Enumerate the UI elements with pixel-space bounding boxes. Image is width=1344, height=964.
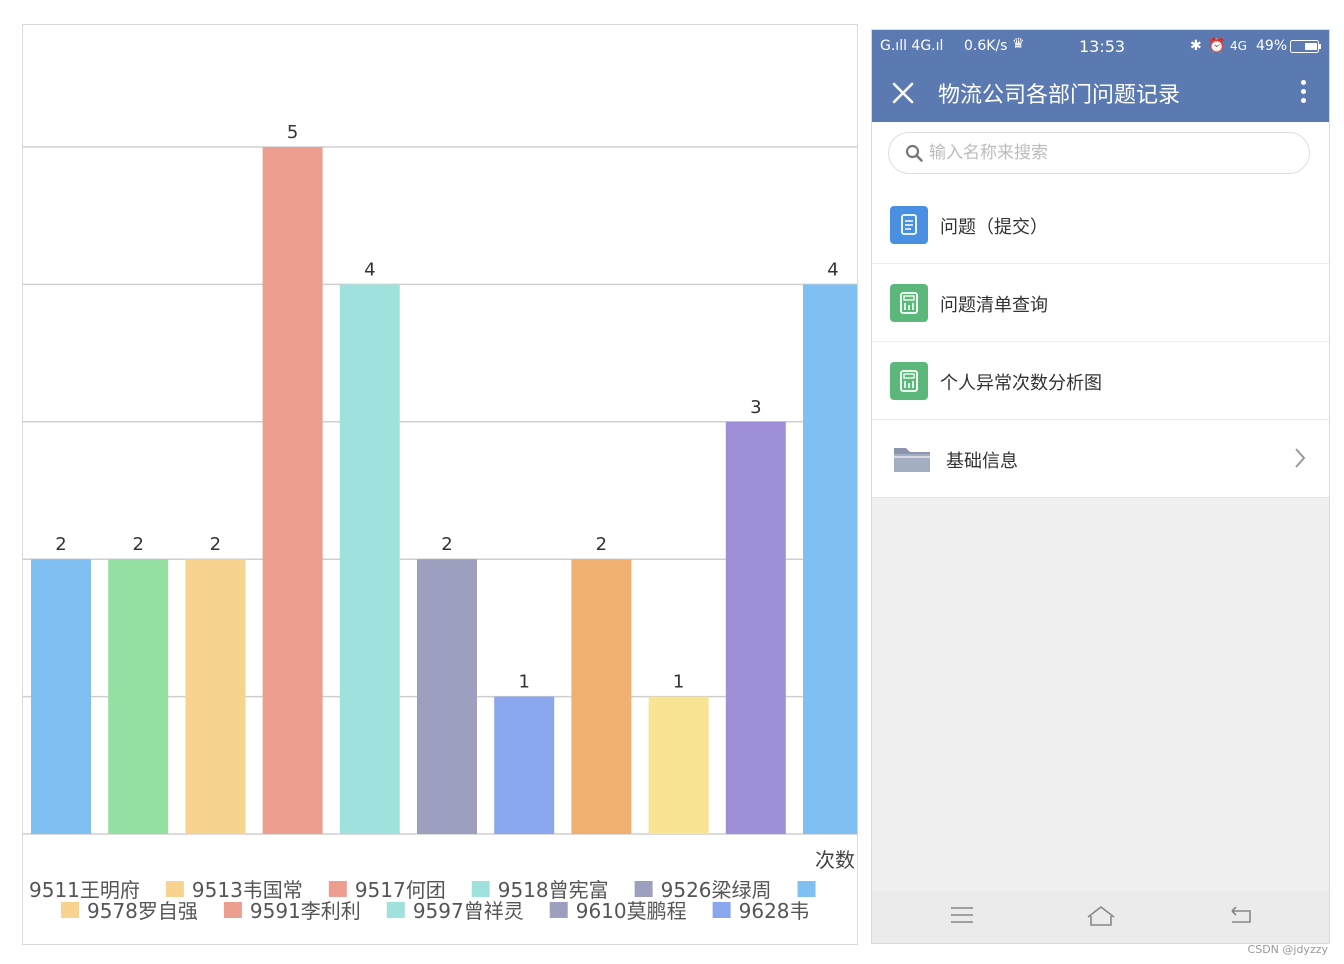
menu-item-label: 问题清单查询: [940, 295, 1048, 316]
search-box[interactable]: [888, 132, 1310, 174]
legend-swatch: [223, 902, 242, 918]
back-icon[interactable]: [1228, 905, 1252, 925]
bar[interactable]: [648, 696, 709, 834]
legend-item[interactable]: 9628韦: [739, 899, 810, 923]
phone-screen: G.ıll 4G.ıl 0.6K/s ♛ 13:53 ✱ ⏰ 4G 49% 物流…: [871, 29, 1330, 944]
bar-value-label: 5: [287, 122, 298, 143]
more-menu-button[interactable]: [1293, 76, 1313, 108]
calculator-icon: [890, 362, 928, 400]
legend-swatch: [61, 902, 79, 918]
bar[interactable]: [417, 559, 477, 834]
bar[interactable]: [339, 284, 400, 834]
legend-item[interactable]: 9610莫鹏程: [576, 899, 687, 923]
bar[interactable]: [185, 559, 246, 834]
legend-item[interactable]: 9578罗自强: [87, 899, 198, 923]
bar[interactable]: [571, 559, 632, 834]
bar[interactable]: [803, 284, 858, 834]
legend-swatch: [165, 881, 184, 897]
bar-value-label: 2: [55, 534, 66, 555]
search-bar: [872, 122, 1329, 186]
home-icon[interactable]: [1086, 905, 1116, 927]
menu-item-exception-chart[interactable]: 个人异常次数分析图: [872, 342, 1329, 420]
battery-level: 49%: [1256, 38, 1288, 54]
bar[interactable]: [262, 147, 323, 834]
bar-value-label: 2: [132, 534, 143, 555]
chart-panel: 2 2 2 5 4 2 1 2 1 3 4 次数 9511王明府 9513韦国常 9517何团 9518曾…: [22, 24, 858, 945]
network-speed: 0.6K/s: [964, 38, 1008, 54]
search-icon: [905, 144, 923, 162]
bar[interactable]: [725, 421, 786, 834]
crown-icon: ♛: [1012, 36, 1025, 52]
legend-swatch: [386, 902, 405, 918]
bar-value-label: 2: [210, 534, 221, 555]
bar[interactable]: [108, 559, 169, 834]
network-type: 4G: [1230, 39, 1247, 53]
app-titlebar: 物流公司各部门问题记录: [872, 64, 1329, 122]
menu-item-label: 基础信息: [946, 451, 1018, 472]
status-bar: G.ıll 4G.ıl 0.6K/s ♛ 13:53 ✱ ⏰ 4G 49%: [872, 30, 1329, 64]
menu-item-submit-issue[interactable]: 问题（提交）: [872, 186, 1329, 264]
calculator-icon: [890, 284, 928, 322]
system-nav-bar: [872, 891, 1329, 943]
menu-nav-icon[interactable]: [951, 905, 973, 925]
page-title: 物流公司各部门问题记录: [938, 83, 1181, 108]
bar[interactable]: [31, 559, 91, 834]
bars: [31, 147, 858, 834]
folder-icon: [892, 440, 932, 478]
watermark: CSDN @jdyzzy: [1247, 943, 1328, 956]
legend-swatch: [328, 881, 347, 897]
menu-item-label: 个人异常次数分析图: [940, 373, 1102, 394]
legend-item[interactable]: 9597曾祥灵: [413, 899, 524, 923]
legend-swatch: [471, 881, 490, 897]
chevron-right-icon: [1295, 448, 1306, 468]
bluetooth-icon: ✱: [1190, 38, 1202, 54]
battery-icon: [1290, 40, 1322, 58]
status-time: 13:53: [1079, 37, 1126, 56]
bar-value-label: 3: [750, 397, 761, 418]
bar-value-label: 2: [441, 534, 452, 555]
bar-value-label: 1: [518, 672, 529, 693]
legend-item[interactable]: 9591李利利: [250, 899, 361, 923]
search-input[interactable]: [927, 142, 1291, 164]
bar-value-label: 1: [673, 672, 684, 693]
legend-swatch: [712, 902, 731, 918]
y-unit-label: 次数: [815, 848, 855, 872]
legend-swatch: [549, 902, 568, 918]
menu-list: 问题（提交） 问题清单查询 个人异常次数分析图 基础信息: [872, 186, 1329, 498]
alarm-icon: ⏰: [1208, 38, 1226, 54]
bar-value-label: 2: [596, 534, 607, 555]
legend-swatch: [634, 881, 653, 897]
bar-value-label: 4: [364, 259, 375, 280]
menu-item-issue-list[interactable]: 问题清单查询: [872, 264, 1329, 342]
close-button[interactable]: [888, 78, 918, 108]
document-icon: [890, 206, 928, 244]
bar[interactable]: [494, 696, 555, 834]
signal-indicator: G.ıll 4G.ıl: [880, 38, 944, 54]
bar-value-label: 4: [827, 259, 838, 280]
close-icon: [892, 82, 914, 104]
legend[interactable]: 9511王明府 9513韦国常 9517何团 9518曾宪富 9526梁绿周9578罗自…: [29, 878, 816, 923]
menu-item-label: 问题（提交）: [940, 217, 1048, 238]
bar-chart: 2 2 2 5 4 2 1 2 1 3 4 次数 9511王明府 9513韦国常 9517何团 9518曾…: [23, 122, 858, 923]
menu-item-basic-info[interactable]: 基础信息: [872, 420, 1329, 498]
legend-swatch: [797, 881, 816, 897]
